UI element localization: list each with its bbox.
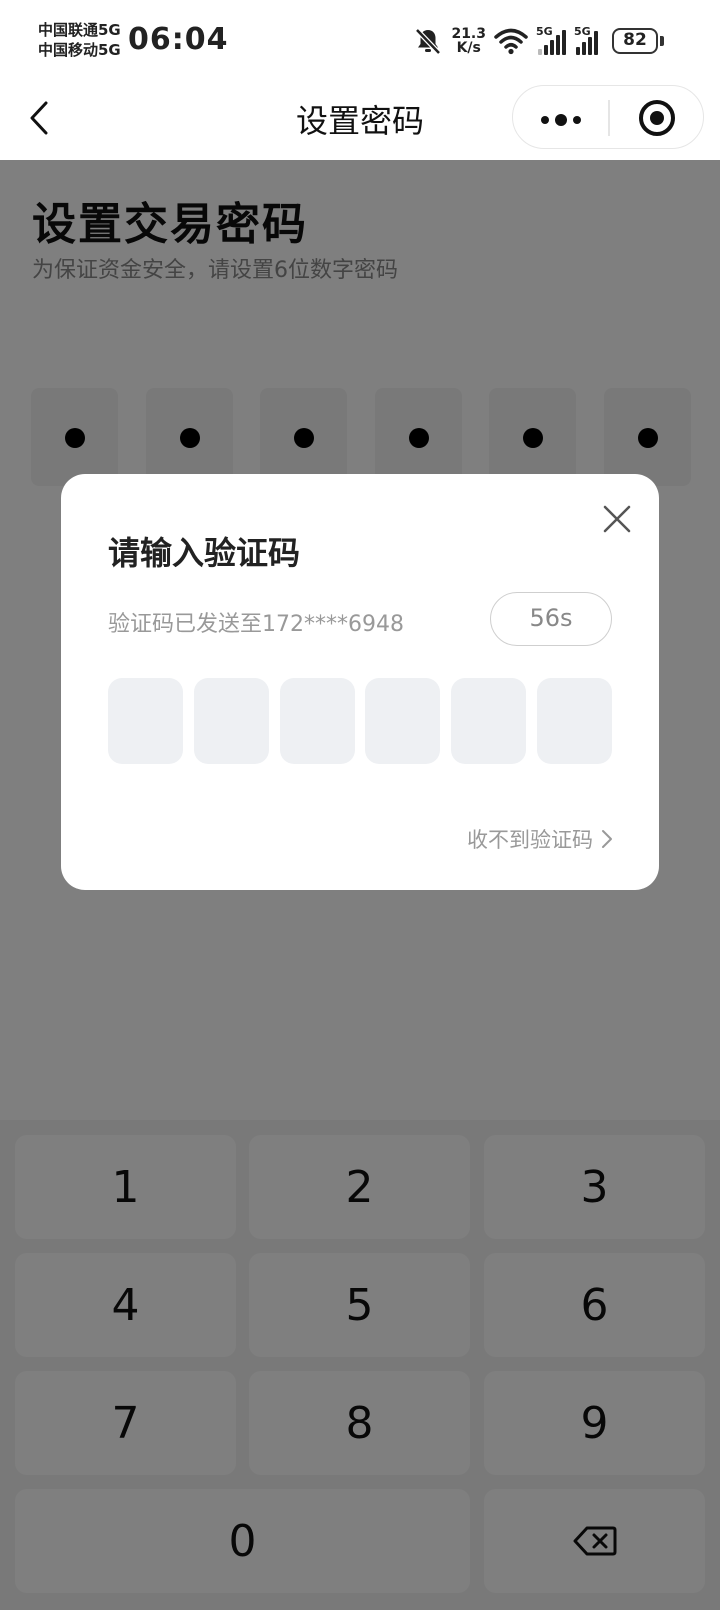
net-speed: 21.3 K/s xyxy=(451,27,486,55)
clock: 06:04 xyxy=(128,22,229,57)
wifi-icon xyxy=(494,28,528,55)
code-sent-text: 验证码已发送至172****6948 xyxy=(108,612,404,637)
sim1-label: 5G xyxy=(536,25,553,38)
nav-bar: 设置密码 xyxy=(0,80,720,160)
signal-icon: 5G xyxy=(536,25,566,55)
verification-code-input[interactable] xyxy=(108,678,612,764)
more-dots-icon[interactable] xyxy=(541,114,581,126)
capsule-divider xyxy=(608,100,610,136)
resend-countdown-button[interactable]: 56s xyxy=(490,592,612,646)
signal-icon: 5G xyxy=(574,25,598,55)
dialog-title: 请输入验证码 xyxy=(108,534,301,572)
no-code-link[interactable]: 收不到验证码 xyxy=(467,824,613,854)
carrier-1: 中国联通5G xyxy=(38,21,121,39)
net-speed-unit: K/s xyxy=(456,40,481,56)
target-circle-icon[interactable] xyxy=(639,100,675,136)
code-digit-box xyxy=(451,678,527,764)
code-digit-box xyxy=(365,678,441,764)
status-icons: 21.3 K/s 5G 5G 82 xyxy=(413,24,664,58)
verification-code-dialog: 请输入验证码 验证码已发送至172****6948 56s 收不到验证码 xyxy=(61,474,659,890)
battery-level: 82 xyxy=(612,28,658,54)
carrier-2: 中国移动5G xyxy=(38,41,121,59)
status-bar: 中国联通5G 中国移动5G 06:04 21.3 K/s 5G 5G 82 xyxy=(0,0,720,80)
mini-program-capsule xyxy=(512,85,704,149)
bell-off-icon xyxy=(415,28,442,55)
code-digit-box xyxy=(193,678,269,764)
no-code-label: 收不到验证码 xyxy=(467,828,593,852)
close-x-icon[interactable] xyxy=(602,504,632,534)
net-speed-value: 21.3 xyxy=(451,26,486,42)
battery-icon: 82 xyxy=(612,28,664,54)
code-digit-box xyxy=(108,678,183,764)
carrier-info: 中国联通5G 中国移动5G xyxy=(38,20,121,60)
code-digit-box xyxy=(536,678,612,764)
code-digit-box xyxy=(279,678,355,764)
sim2-label: 5G xyxy=(574,25,591,38)
chevron-right-icon xyxy=(602,830,612,848)
